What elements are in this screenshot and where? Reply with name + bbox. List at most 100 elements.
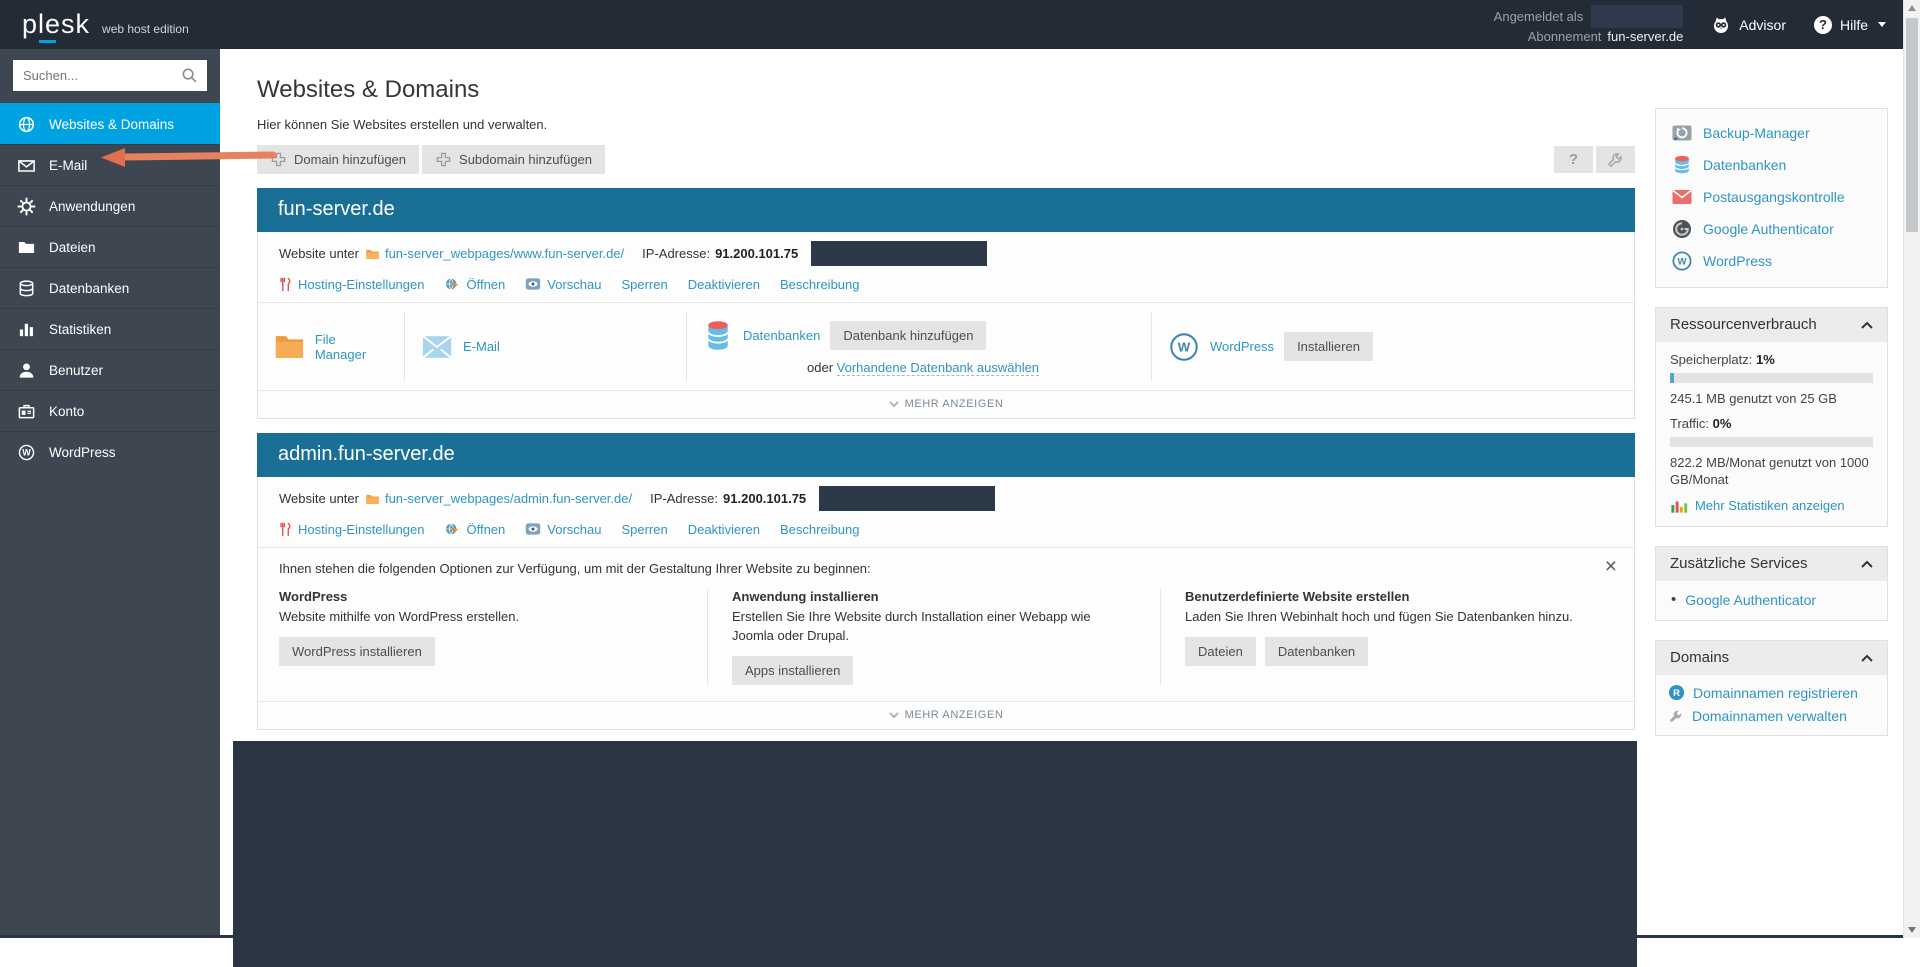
sidebar-item-datenbanken[interactable]: Datenbanken — [0, 267, 220, 308]
svg-text:W: W — [1178, 339, 1191, 354]
sidebar-item-anwendungen[interactable]: Anwendungen — [0, 185, 220, 226]
logged-in-label: Angemeldet als — [1494, 8, 1584, 25]
page-toolbar: Domain hinzufügen Subdomain hinzufügen ? — [257, 145, 1635, 174]
topbar: plesk web host edition Angemeldet als Ab… — [0, 0, 1920, 49]
hosting-settings-link[interactable]: Hosting-Einstellungen — [279, 277, 424, 292]
databases-tool-link[interactable]: Datenbanken — [743, 328, 820, 343]
disk-usage-fill — [1670, 373, 1674, 383]
sidebar-item-statistiken[interactable]: Statistiken — [0, 308, 220, 349]
install-apps-button[interactable]: Apps installieren — [732, 656, 853, 685]
search-icon[interactable] — [181, 67, 198, 84]
suspend-link[interactable]: Sperren — [621, 522, 667, 537]
domain-card-title: fun-server.de — [257, 188, 1635, 232]
subscription-domain[interactable]: fun-server.de — [1607, 28, 1683, 45]
chevron-up-icon[interactable] — [1861, 321, 1873, 329]
install-wordpress-option-button[interactable]: WordPress installieren — [279, 637, 435, 666]
svg-text:R: R — [1673, 688, 1680, 699]
redacted-content-area — [233, 741, 1637, 967]
outgoing-mail-control-link[interactable]: Postausgangskontrolle — [1656, 181, 1887, 213]
add-subdomain-button[interactable]: Subdomain hinzufügen — [422, 145, 605, 174]
domains-panel-header[interactable]: Domains — [1656, 641, 1887, 675]
register-domain-link[interactable]: R Domainnamen registrieren — [1668, 684, 1875, 701]
deactivate-link[interactable]: Deaktivieren — [688, 522, 760, 537]
plus-icon — [435, 151, 452, 168]
help-tools-button[interactable]: ? — [1554, 146, 1593, 173]
option-custom-website: Benutzerdefinierte Website erstellen Lad… — [1160, 589, 1613, 685]
google-authenticator-link[interactable]: Google Authenticator — [1656, 213, 1887, 245]
sidebar-item-dateien[interactable]: Dateien — [0, 226, 220, 267]
disk-space-label: Speicherplatz: — [1670, 352, 1752, 367]
sidebar-item-label: Konto — [49, 404, 84, 419]
resources-panel-header[interactable]: Ressourcenverbrauch — [1656, 308, 1887, 342]
webspace-path-link[interactable]: fun-server_webpages/admin.fun-server.de/ — [385, 491, 632, 506]
search-input[interactable] — [13, 60, 207, 91]
ip-label: IP-Adresse: — [642, 246, 710, 261]
traffic-label: Traffic: — [1670, 416, 1709, 431]
logo-word: plesk — [22, 9, 90, 39]
customize-tools-button[interactable] — [1596, 146, 1635, 173]
domain-card-title: admin.fun-server.de — [257, 433, 1635, 477]
database-big-icon — [703, 318, 733, 352]
close-icon[interactable]: × — [1605, 556, 1617, 577]
choose-existing-database-link[interactable]: Vorhandene Datenbank auswählen — [837, 360, 1039, 376]
scroll-down-arrow[interactable] — [1908, 927, 1916, 933]
wordpress-tool: W WordPress Installieren — [1152, 312, 1634, 381]
manage-domains-link[interactable]: Domainnamen verwalten — [1668, 708, 1875, 724]
show-more-button[interactable]: MEHR ANZEIGEN — [258, 390, 1634, 418]
open-site-link[interactable]: Öffnen — [444, 521, 505, 537]
wordpress-link[interactable]: W WordPress — [1656, 245, 1887, 277]
webspace-path-link[interactable]: fun-server_webpages/www.fun-server.de/ — [385, 246, 624, 261]
sidebar-item-wordpress[interactable]: W WordPress — [0, 431, 220, 472]
website-under-label: Website unter — [279, 246, 359, 261]
show-more-button[interactable]: MEHR ANZEIGEN — [258, 701, 1634, 729]
scrollbar-thumb[interactable] — [1906, 18, 1918, 232]
chevron-up-icon[interactable] — [1861, 654, 1873, 662]
domain-card-fun-server: fun-server.de Website unter fun-server_w… — [257, 188, 1635, 419]
install-wordpress-button[interactable]: Installieren — [1284, 332, 1373, 361]
advisor-button[interactable]: Advisor — [1711, 15, 1786, 35]
databases-link[interactable]: Datenbanken — [1656, 149, 1887, 181]
email-tool[interactable]: E-Mail — [405, 312, 687, 381]
options-intro: Ihnen stehen die folgenden Optionen zur … — [279, 561, 1613, 576]
file-manager-tool[interactable]: File Manager — [258, 312, 405, 381]
add-domain-button[interactable]: Domain hinzufügen — [257, 145, 419, 174]
files-button[interactable]: Dateien — [1185, 637, 1256, 666]
additional-services-header[interactable]: Zusätzliche Services — [1656, 547, 1887, 581]
sidebar-item-label: Statistiken — [49, 322, 111, 337]
chevron-down-icon — [889, 401, 899, 408]
scrollbar[interactable] — [1903, 0, 1920, 938]
google-authenticator-service-link[interactable]: • Google Authenticator — [1671, 591, 1872, 608]
option-wordpress: WordPress Website mithilfe von WordPress… — [279, 589, 707, 685]
sidebar-item-websites-domains[interactable]: Websites & Domains — [0, 103, 220, 144]
preview-link[interactable]: Vorschau — [525, 277, 601, 292]
deactivate-link[interactable]: Deaktivieren — [688, 277, 760, 292]
open-site-link[interactable]: Öffnen — [444, 276, 505, 292]
ip-label: IP-Adresse: — [650, 491, 718, 506]
sidebar-item-label: Websites & Domains — [49, 117, 174, 132]
website-under-label: Website unter — [279, 491, 359, 506]
more-statistics-link[interactable]: Mehr Statistiken anzeigen — [1670, 497, 1873, 514]
disk-usage-bar — [1670, 373, 1873, 383]
sidebar-item-benutzer[interactable]: Benutzer — [0, 349, 220, 390]
suspend-link[interactable]: Sperren — [621, 277, 667, 292]
wordpress-icon: W — [17, 443, 36, 462]
traffic-percent: 0% — [1713, 416, 1732, 431]
description-link[interactable]: Beschreibung — [780, 522, 860, 537]
chevron-up-icon[interactable] — [1861, 560, 1873, 568]
wordpress-tool-link[interactable]: WordPress — [1210, 339, 1274, 354]
description-link[interactable]: Beschreibung — [780, 277, 860, 292]
hosting-settings-link[interactable]: Hosting-Einstellungen — [279, 522, 424, 537]
plesk-logo: plesk web host edition — [22, 11, 189, 38]
add-database-button[interactable]: Datenbank hinzufügen — [830, 321, 986, 350]
sidebar-item-label: Benutzer — [49, 363, 103, 378]
sidebar-item-email[interactable]: E-Mail — [0, 144, 220, 185]
scroll-up-arrow[interactable] — [1908, 5, 1916, 11]
backup-manager-link[interactable]: Backup-Manager — [1656, 117, 1887, 149]
utensils-icon — [279, 522, 292, 537]
option-install-app: Anwendung installieren Erstellen Sie Ihr… — [707, 589, 1160, 685]
open-globe-icon — [444, 276, 460, 292]
preview-link[interactable]: Vorschau — [525, 522, 601, 537]
sidebar-item-konto[interactable]: Konto — [0, 390, 220, 431]
databases-button[interactable]: Datenbanken — [1265, 637, 1368, 666]
help-menu[interactable]: ? Hilfe — [1814, 16, 1886, 34]
